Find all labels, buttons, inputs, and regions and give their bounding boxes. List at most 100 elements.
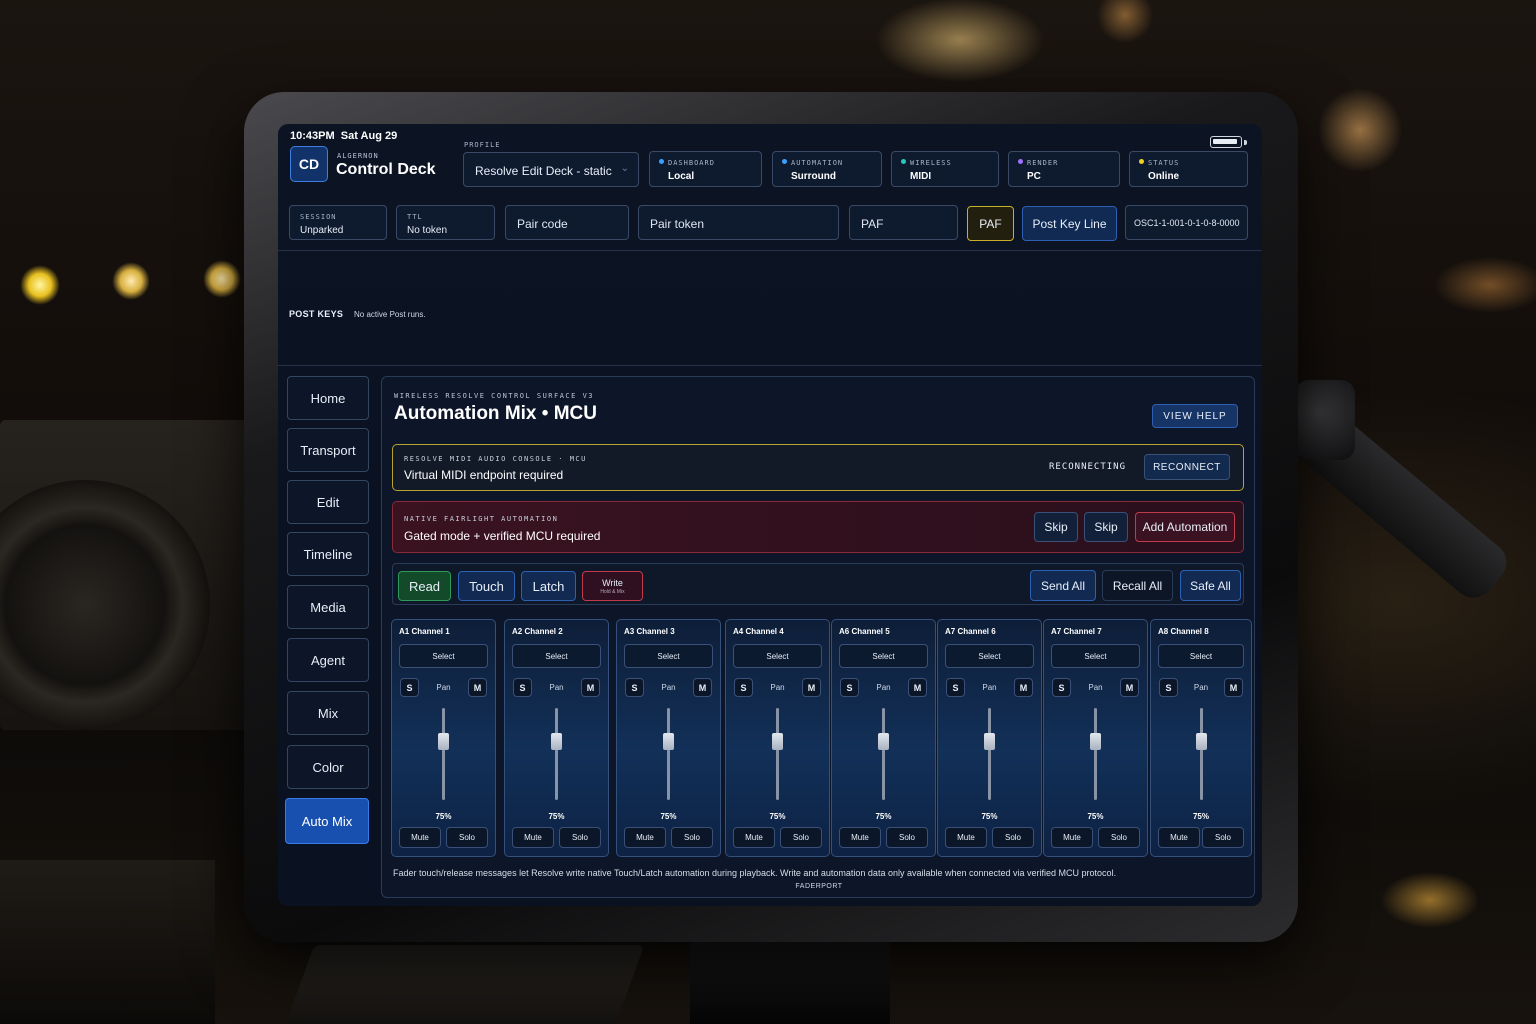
sidebar-item-timeline[interactable]: Timeline xyxy=(287,532,369,576)
channel-select-button[interactable]: Select xyxy=(945,644,1034,668)
channel-strip-4: A4 Channel 4 Select S Pan M 75% Mute Sol… xyxy=(725,619,830,857)
channel-solo-button[interactable]: Solo xyxy=(446,827,488,848)
fader-handle[interactable] xyxy=(551,732,562,750)
mode-write-button[interactable]: Write Hold & Mix xyxy=(582,571,643,601)
mode-latch-button[interactable]: Latch xyxy=(521,571,576,601)
status-dot-icon xyxy=(1139,159,1144,164)
channel-solo-button[interactable]: Solo xyxy=(671,827,713,848)
fader-handle[interactable] xyxy=(663,732,674,750)
fader-handle[interactable] xyxy=(772,732,783,750)
sidebar-item-transport[interactable]: Transport xyxy=(287,428,369,472)
mode-touch-button[interactable]: Touch xyxy=(458,571,515,601)
sidebar-item-home[interactable]: Home xyxy=(287,376,369,420)
channel-mute-button[interactable]: Mute xyxy=(624,827,666,848)
channel-solo-button[interactable]: Solo xyxy=(886,827,928,848)
channel-mute-button[interactable]: Mute xyxy=(1158,827,1200,848)
battery-fill xyxy=(1213,139,1237,144)
channel-select-button[interactable]: Select xyxy=(839,644,928,668)
automation-mode-bar: Read Touch Latch Write Hold & Mix Send A… xyxy=(392,563,1244,605)
channel-solo-button[interactable]: Solo xyxy=(1098,827,1140,848)
channel-strip-5: A6 Channel 5 Select S Pan M 75% Mute Sol… xyxy=(831,619,936,857)
sidebar-item-mix[interactable]: Mix xyxy=(287,691,369,735)
reconnect-button[interactable]: RECONNECT xyxy=(1144,454,1230,480)
channel-mute-button[interactable]: Mute xyxy=(945,827,987,848)
send-all-button[interactable]: Send All xyxy=(1030,570,1096,601)
channel-mute-toggle[interactable]: M xyxy=(1224,678,1243,697)
fader-handle[interactable] xyxy=(1090,732,1101,750)
fader-handle[interactable] xyxy=(1195,732,1207,750)
status-dot-icon xyxy=(659,159,664,164)
add-automation-button[interactable]: Add Automation xyxy=(1135,512,1235,542)
channel-select-button[interactable]: Select xyxy=(512,644,601,668)
channel-mute-button[interactable]: Mute xyxy=(1051,827,1093,848)
channel-mute-button[interactable]: Mute xyxy=(839,827,881,848)
status-date: Sat Aug 29 xyxy=(340,130,398,142)
paf-button[interactable]: PAF xyxy=(967,206,1014,241)
channel-solo-button[interactable]: Solo xyxy=(559,827,601,848)
skip-button-2[interactable]: Skip xyxy=(1084,512,1128,542)
studio-monitor-speaker xyxy=(0,420,250,730)
dashboard-status-key: DASHBOARD xyxy=(659,159,715,167)
channel-mute-button[interactable]: Mute xyxy=(733,827,775,848)
ttl-label: TTL xyxy=(407,213,423,221)
channel-select-button[interactable]: Select xyxy=(624,644,713,668)
view-help-button[interactable]: VIEW HELP xyxy=(1152,404,1238,428)
pair-code-input[interactable]: Pair code xyxy=(505,205,629,240)
channel-level: 75% xyxy=(660,812,677,821)
fader-handle[interactable] xyxy=(878,732,889,750)
status-dot-icon xyxy=(901,159,906,164)
safe-all-button[interactable]: Safe All xyxy=(1180,570,1241,601)
channel-mute-toggle[interactable]: M xyxy=(802,678,821,697)
skip-button[interactable]: Skip xyxy=(1034,512,1078,542)
ttl-value: No token xyxy=(407,225,448,236)
channel-mute-button[interactable]: Mute xyxy=(399,827,441,848)
sidebar-item-color[interactable]: Color xyxy=(287,745,369,789)
pair-token-placeholder: Pair token xyxy=(650,217,705,231)
channel-mute-toggle[interactable]: M xyxy=(1014,678,1033,697)
channel-level: 75% xyxy=(1087,812,1104,821)
channel-select-button[interactable]: Select xyxy=(399,644,488,668)
sidebar-item-auto-mix[interactable]: Auto Mix xyxy=(285,798,369,844)
fader-track xyxy=(1094,708,1097,800)
paf-input[interactable]: PAF xyxy=(849,205,958,240)
fader-track xyxy=(667,708,670,800)
profile-select[interactable]: Resolve Edit Deck - static ⌄ xyxy=(463,152,639,187)
mode-read-button[interactable]: Read xyxy=(398,571,451,601)
app-logo: CD xyxy=(290,146,328,182)
dashboard-status: DASHBOARD Local xyxy=(649,151,762,187)
channel-mute-button[interactable]: Mute xyxy=(512,827,554,848)
channel-solo-button[interactable]: Solo xyxy=(780,827,822,848)
osc-id-field: OSC1-1-001-0-1-0-8-0000 xyxy=(1125,205,1248,240)
fader-handle[interactable] xyxy=(984,732,995,750)
channel-select-button[interactable]: Select xyxy=(1158,644,1244,668)
sidebar-item-agent[interactable]: Agent xyxy=(287,638,369,682)
fader-handle[interactable] xyxy=(438,732,449,750)
channel-mute-toggle[interactable]: M xyxy=(581,678,600,697)
sidebar-item-media[interactable]: Media xyxy=(287,585,369,629)
channel-select-button[interactable]: Select xyxy=(1051,644,1140,668)
channel-mute-toggle[interactable]: M xyxy=(693,678,712,697)
channel-mute-toggle[interactable]: M xyxy=(1120,678,1139,697)
channel-level: 75% xyxy=(981,812,998,821)
channel-select-button[interactable]: Select xyxy=(733,644,822,668)
channel-level: 75% xyxy=(769,812,786,821)
fader-track xyxy=(776,708,779,800)
connection-status-value: Online xyxy=(1148,171,1180,182)
wireless-status-value: MIDI xyxy=(910,171,932,182)
channel-mute-toggle[interactable]: M xyxy=(468,678,487,697)
channel-mute-toggle[interactable]: M xyxy=(908,678,927,697)
channel-solo-button[interactable]: Solo xyxy=(1202,827,1244,848)
channel-strip-2: A2 Channel 2 Select S Pan M 75% Mute Sol… xyxy=(504,619,609,857)
channel-name: A4 Channel 4 xyxy=(733,627,784,636)
rack-unit xyxy=(0,860,215,1024)
mic-arm-knob xyxy=(1295,380,1355,460)
dashboard-status-value: Local xyxy=(668,171,695,182)
session-value: Unparked xyxy=(300,225,344,236)
sidebar-item-edit[interactable]: Edit xyxy=(287,480,369,524)
post-key-line-button[interactable]: Post Key Line xyxy=(1022,206,1117,241)
recall-all-button[interactable]: Recall All xyxy=(1102,570,1173,601)
pair-token-input[interactable]: Pair token xyxy=(638,205,839,240)
session-field: SESSION Unparked xyxy=(289,205,387,240)
channel-solo-button[interactable]: Solo xyxy=(992,827,1034,848)
render-status-key: RENDER xyxy=(1018,159,1058,167)
